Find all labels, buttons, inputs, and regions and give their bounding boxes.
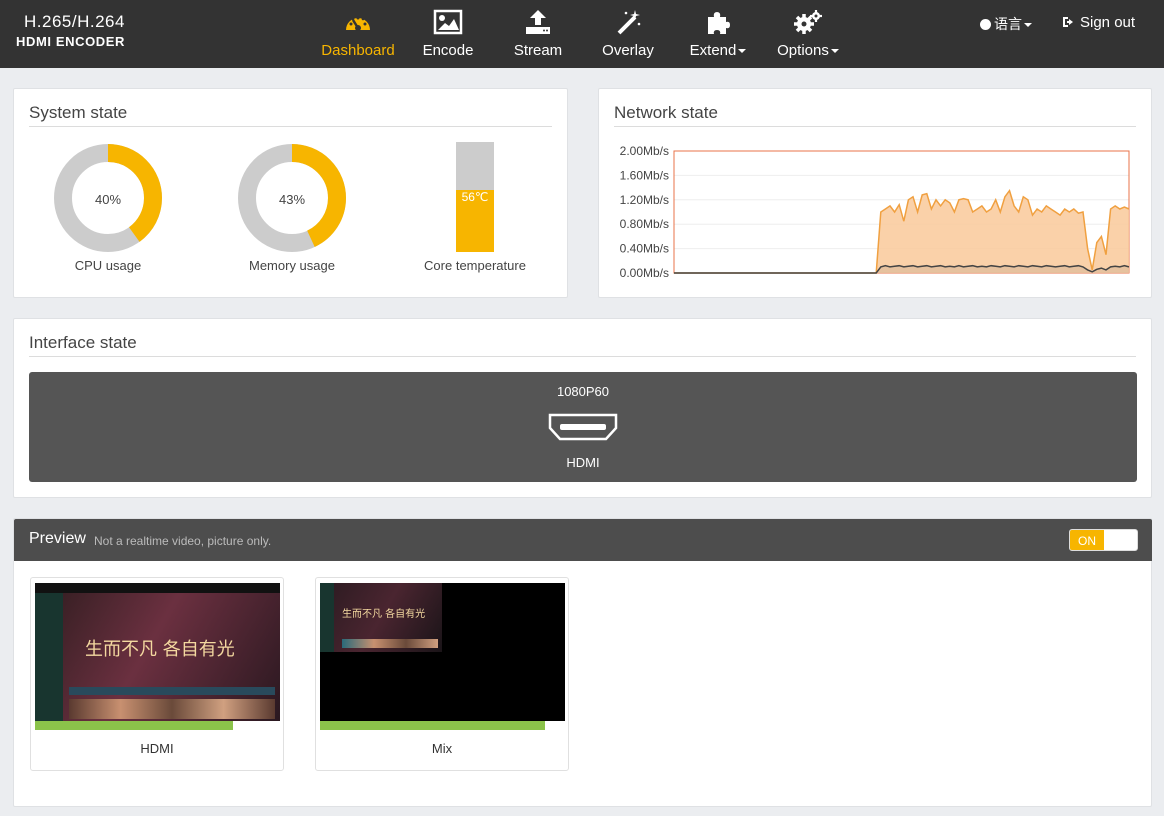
interface-state-panel: Interface state 1080P60 HDMI (13, 318, 1152, 498)
interface-resolution: 1080P60 (556, 384, 610, 399)
nav-encode[interactable]: Encode (412, 0, 484, 68)
audio-level-bar (35, 721, 234, 730)
thumb-faces-strip (342, 639, 438, 648)
thumb-label: Mix (431, 741, 453, 756)
panel-title: Interface state (29, 333, 137, 352)
upload-icon (526, 10, 550, 34)
nav-label: Options (772, 42, 844, 59)
magic-wand-icon (617, 10, 641, 35)
y-tick-label: 1.60Mb/s (620, 168, 669, 182)
hdmi-port-icon (548, 413, 618, 441)
thumb-label: HDMI (140, 741, 174, 756)
thumb-overlay-text: 生而不凡 各自有光 (342, 609, 426, 620)
system-state-panel: System state 40% CPU usage 43% Memory us… (13, 88, 568, 298)
preview-header: Preview Not a realtime video, picture on… (14, 519, 1152, 561)
chevron-down-icon (1024, 23, 1032, 28)
temperature-bar: 56℃ (456, 142, 494, 252)
chevron-down-icon (830, 49, 839, 54)
thumb-menu-strip (69, 687, 275, 695)
interface-port-label: HDMI (566, 455, 600, 470)
sign-out-link[interactable]: Sign out (1062, 14, 1135, 31)
temperature-value: 56℃ (461, 190, 489, 204)
top-navbar: H.265/H.264 HDMI ENCODER Dashboard Encod… (0, 0, 1164, 68)
brand-line2: HDMI ENCODER (16, 34, 126, 49)
divider (29, 126, 552, 127)
thumb-topbar (35, 583, 280, 593)
preview-subtitle: Not a realtime video, picture only. (94, 534, 272, 548)
memory-usage-value: 43% (278, 192, 306, 207)
panel-title: Network state (614, 103, 718, 122)
thumb-faces-strip (69, 699, 275, 719)
preview-title: Preview (29, 530, 86, 547)
preview-panel: Preview Not a realtime video, picture on… (13, 518, 1152, 807)
nav-extend-dropdown[interactable]: Extend (682, 0, 754, 68)
y-tick-label: 1.20Mb/s (620, 193, 669, 207)
preview-image-hdmi: 生而不凡 各自有光 (35, 583, 280, 721)
hdmi-interface-card[interactable]: 1080P60 HDMI (29, 372, 1137, 482)
nav-label: Encode (422, 42, 474, 59)
dashboard-gauge-icon (346, 16, 370, 31)
preview-image-mix: 生而不凡 各自有光 (320, 583, 565, 721)
temperature-label: Core temperature (424, 258, 526, 273)
y-tick-label: 2.00Mb/s (620, 144, 669, 158)
thumb-overlay-text: 生而不凡 各自有光 (85, 639, 235, 660)
network-series-area (674, 190, 1129, 273)
nav-stream[interactable]: Stream (502, 0, 574, 68)
nav-options-dropdown[interactable]: Options (772, 0, 844, 68)
brand-line1: H.265/H.264 (24, 12, 125, 31)
sign-out-icon (1063, 17, 1073, 27)
nav-overlay[interactable]: Overlay (592, 0, 664, 68)
y-tick-label: 0.80Mb/s (620, 217, 669, 231)
picture-icon (433, 9, 463, 35)
toggle-on-label: ON (1070, 530, 1104, 550)
chevron-down-icon (738, 49, 747, 54)
preview-toggle[interactable]: ON (1069, 529, 1138, 551)
memory-usage-label: Memory usage (249, 258, 335, 273)
network-state-panel: Network state 2.00Mb/s 1.60Mb/s 1.20Mb/s 0.… (598, 88, 1152, 298)
nav-label: Overlay (602, 42, 654, 59)
divider (29, 356, 1136, 357)
preview-thumb-mix[interactable]: 生而不凡 各自有光 Mix (315, 577, 569, 771)
nav-label: Stream (513, 42, 563, 59)
brand-logo[interactable]: H.265/H.264 HDMI ENCODER (16, 12, 125, 49)
audio-level-track (320, 721, 565, 730)
puzzle-icon (708, 12, 730, 34)
y-tick-label: 0.00Mb/s (620, 266, 669, 279)
audio-level-bar (320, 721, 546, 730)
thumb-sidebar (35, 593, 63, 721)
thumb-mini-sidebar (320, 583, 334, 652)
preview-thumb-hdmi[interactable]: 生而不凡 各自有光 HDMI (30, 577, 284, 771)
language-dropdown[interactable]: 语言 (980, 14, 1032, 34)
divider (614, 126, 1136, 127)
audio-level-track (35, 721, 280, 730)
nav-dashboard[interactable]: Dashboard (318, 0, 398, 68)
cpu-usage-label: CPU usage (74, 258, 142, 273)
nav-label: Extend (682, 42, 754, 59)
gears-icon (794, 10, 822, 34)
network-throughput-chart: 2.00Mb/s 1.60Mb/s 1.20Mb/s 0.80Mb/s 0.40Mb/s… (620, 144, 1130, 279)
cpu-usage-value: 40% (94, 192, 122, 207)
globe-icon (980, 19, 991, 30)
panel-title: System state (29, 103, 128, 122)
y-tick-label: 0.40Mb/s (620, 242, 669, 256)
nav-label: Dashboard (321, 42, 395, 59)
